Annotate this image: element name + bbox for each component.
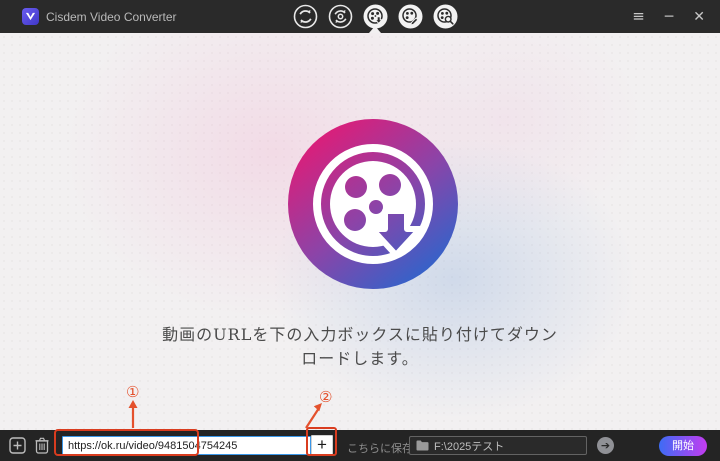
titlebar: Cisdem Video Converter ≡ ─ ✕ [0,0,720,33]
tab-toolbox-icon[interactable] [433,4,458,29]
download-panel: 動画のURLを下の入力ボックスに貼り付けてダウン ロードします。 [0,33,720,430]
folder-icon [416,440,429,451]
close-button[interactable]: ✕ [690,8,708,26]
save-path-field[interactable]: F:\2025テスト [409,436,587,455]
window-title: Cisdem Video Converter [46,9,177,24]
bottombar: + こちらに保存 F:\2025テスト ➔ 開始 [0,430,720,461]
add-url-icon[interactable] [9,437,26,457]
start-button[interactable]: 開始 [659,436,707,456]
download-logo-icon [288,119,458,289]
app-logo-icon [22,8,39,25]
save-path-text: F:\2025テスト [434,440,505,453]
tab-rip-icon[interactable] [328,4,353,29]
add-download-button[interactable]: + [311,435,333,456]
tab-convert-icon[interactable] [293,4,318,29]
url-input[interactable] [62,436,311,455]
trash-icon[interactable] [34,436,50,457]
instruction-line-1: 動画のURLを下の入力ボックスに貼り付けてダウン [162,325,558,344]
menu-button[interactable]: ≡ [629,7,648,26]
instruction-text: 動画のURLを下の入力ボックスに貼り付けてダウン ロードします。 [0,323,720,371]
tab-edit-icon[interactable] [398,4,423,29]
save-to-label: こちらに保存 [347,443,413,455]
window-controls: ≡ ─ ✕ [629,0,708,33]
active-tab-caret [369,26,381,33]
minimize-button[interactable]: ─ [662,8,676,26]
app-window: Cisdem Video Converter ≡ ─ ✕ 動画のURLを下の入力… [0,0,720,461]
instruction-line-2: ロードします。 [301,349,419,368]
open-folder-button[interactable]: ➔ [597,437,614,454]
title-left: Cisdem Video Converter [22,0,177,33]
